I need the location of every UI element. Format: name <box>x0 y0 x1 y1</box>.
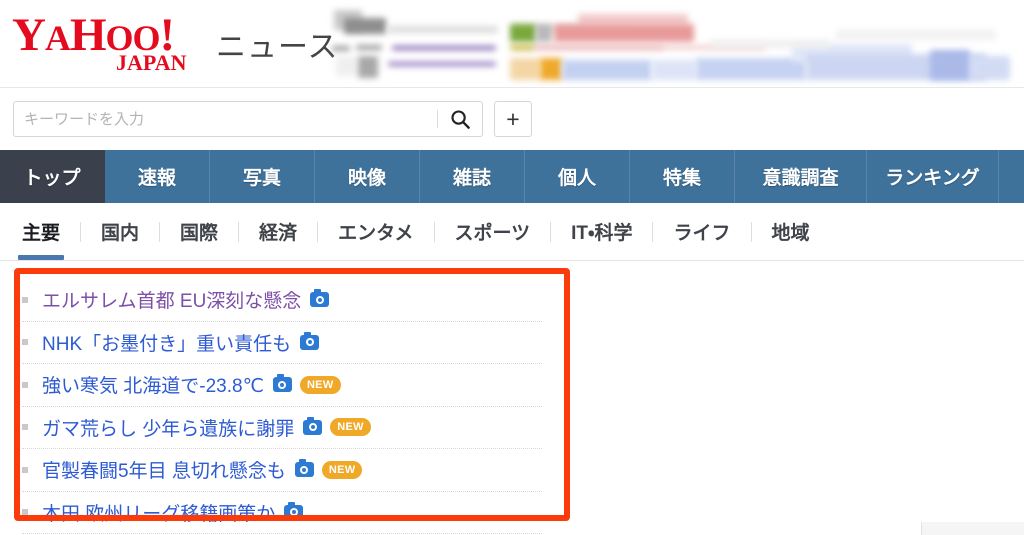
subnav-item-main[interactable]: 主要 <box>17 218 65 260</box>
headline-link[interactable]: 本田 欧州リーグ移籍画策か <box>42 499 275 526</box>
subnav-separator <box>750 221 752 242</box>
camera-icon <box>284 501 304 520</box>
subnav-item-life[interactable]: ライフ <box>671 218 732 245</box>
subnav-item-local[interactable]: 地域 <box>770 218 812 245</box>
subnav-separator <box>238 221 240 242</box>
camera-icon <box>303 416 323 435</box>
search-row: + <box>0 89 1024 150</box>
list-item[interactable]: 官製春闘5年目 息切れ懸念も NEW <box>22 449 542 492</box>
subnav-item-economy[interactable]: 経済 <box>257 218 299 245</box>
camera-icon <box>300 331 320 350</box>
right-rail <box>921 522 1024 535</box>
subnav-separator <box>317 221 319 242</box>
plus-icon: + <box>506 105 520 132</box>
headline-link[interactable]: ガマ荒らし 少年ら遺族に謝罪 <box>42 414 294 441</box>
tab-magazine[interactable]: 雑誌 <box>420 150 525 203</box>
subnav-separator <box>433 221 435 242</box>
subnav-item-entertainment[interactable]: エンタメ <box>336 218 415 245</box>
search-icon <box>450 109 470 129</box>
headline-link[interactable]: エルサレム首都 EU深刻な懸念 <box>42 286 301 313</box>
japan-wordmark: JAPAN <box>116 50 187 75</box>
list-item[interactable]: NHK「お墨付き」重い責任も <box>22 322 542 364</box>
subnav-item-domestic[interactable]: 国内 <box>99 218 141 245</box>
tab-survey[interactable]: 意識調査 <box>735 150 867 203</box>
new-badge: NEW <box>299 375 341 394</box>
headline-link[interactable]: 官製春闘5年目 息切れ懸念も <box>42 456 286 483</box>
bullet-icon <box>22 339 28 346</box>
new-badge: NEW <box>321 460 363 479</box>
new-badge: NEW <box>330 418 371 437</box>
search-box[interactable] <box>13 101 483 137</box>
browser-viewport: YAHOO! JAPAN ニュース キーワードを入力 + トップ 速報 写真 映… <box>0 0 1024 535</box>
subnav-separator <box>652 221 654 242</box>
list-item[interactable]: 本田 欧州リーグ移籍画策か <box>22 492 542 534</box>
list-item[interactable]: 強い寒気 北海道で-23.8℃ NEW <box>22 364 542 407</box>
subnav-item-international[interactable]: 国際 <box>178 218 220 245</box>
camera-icon <box>272 374 292 393</box>
bullet-icon <box>22 381 28 388</box>
search-button[interactable] <box>438 102 482 136</box>
bullet-icon <box>22 424 28 431</box>
brand-logo-area[interactable]: YAHOO! JAPAN ニュース <box>12 10 339 76</box>
bullet-icon <box>22 509 28 516</box>
tab-video[interactable]: 映像 <box>315 150 420 203</box>
list-item[interactable]: エルサレム首都 EU深刻な懸念 <box>22 279 542 322</box>
tab-top[interactable]: トップ <box>0 150 105 203</box>
main-tab-bar: トップ 速報 写真 映像 雑誌 個人 特集 意識調査 ランキング <box>0 150 1024 203</box>
subnav-item-it-science[interactable]: IT・科学 <box>569 218 634 245</box>
tab-personal[interactable]: 個人 <box>525 150 630 203</box>
bullet-icon <box>22 296 28 303</box>
bullet-icon <box>22 466 28 473</box>
tab-ranking[interactable]: ランキング <box>867 150 999 203</box>
subnav-separator <box>159 221 161 242</box>
tab-breaking[interactable]: 速報 <box>105 150 210 203</box>
section-label: ニュース <box>216 31 339 64</box>
subnav-item-sports[interactable]: スポーツ <box>453 218 533 245</box>
site-header: YAHOO! JAPAN ニュース <box>0 0 1024 88</box>
camera-icon <box>294 459 314 478</box>
tab-photos[interactable]: 写真 <box>210 150 315 203</box>
subnav-separator <box>550 221 552 242</box>
category-nav: 主要 国内 国際 経済 エンタメ スポーツ IT・科学 ライフ 地域 <box>0 203 1024 261</box>
yahoo-japan-logo[interactable]: YAHOO! JAPAN <box>12 10 208 76</box>
content-area: エルサレム首都 EU深刻な懸念 NHK「お墨付き」重い責任も 強い寒気 北海道で… <box>0 261 1024 535</box>
redacted-header-content <box>330 4 1020 84</box>
tab-feature[interactable]: 特集 <box>630 150 735 203</box>
headline-list: エルサレム首都 EU深刻な懸念 NHK「お墨付き」重い責任も 強い寒気 北海道で… <box>22 279 542 534</box>
camera-icon <box>310 289 330 308</box>
headline-link[interactable]: 強い寒気 北海道で-23.8℃ <box>42 371 264 398</box>
list-item[interactable]: ガマ荒らし 少年ら遺族に謝罪 NEW <box>22 407 542 449</box>
headline-link[interactable]: NHK「お墨付き」重い責任も <box>42 329 291 356</box>
subnav-separator <box>80 221 82 242</box>
add-keyword-button[interactable]: + <box>494 101 532 137</box>
search-input[interactable] <box>14 103 437 135</box>
